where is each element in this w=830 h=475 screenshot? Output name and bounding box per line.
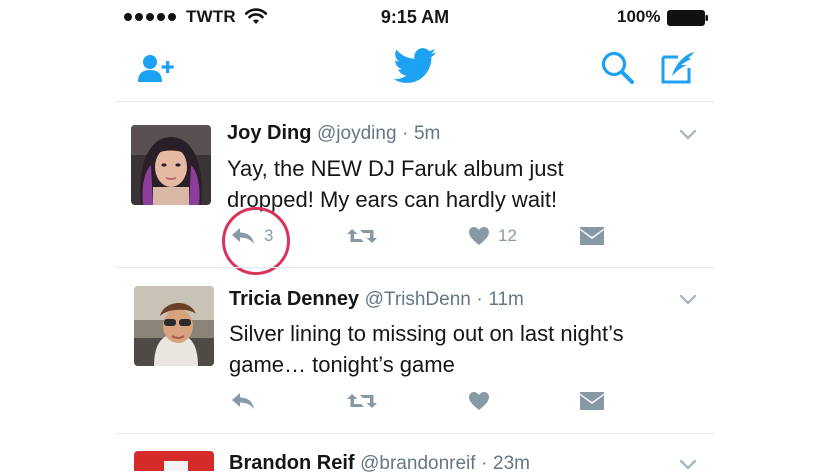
- reply-highlight-ring: [222, 207, 290, 275]
- tweet-divider: [116, 267, 714, 268]
- separator-dot: ·: [402, 123, 409, 144]
- like-count: 12: [498, 226, 517, 245]
- nav-divider: [116, 101, 714, 102]
- nav-bar: [0, 36, 830, 100]
- battery-percent: 100%: [617, 7, 661, 26]
- envelope-icon: [580, 227, 604, 245]
- compose-tweet-icon[interactable]: [660, 50, 698, 86]
- heart-icon: [469, 227, 489, 245]
- tweet-header: Brandon Reif @brandonreif · 23m: [229, 452, 530, 475]
- author-name[interactable]: Tricia Denney: [229, 288, 359, 310]
- retweet-icon: [347, 229, 377, 243]
- heart-icon: [469, 392, 489, 410]
- tweet-divider: [116, 433, 714, 434]
- retweet-button[interactable]: [346, 226, 386, 246]
- separator-dot: ·: [476, 289, 483, 310]
- tweet-time[interactable]: 11m: [488, 289, 524, 310]
- retweet-icon: [347, 394, 377, 408]
- search-icon[interactable]: [600, 50, 636, 86]
- twitter-bird-logo[interactable]: [393, 48, 437, 84]
- battery-icon: [667, 10, 708, 26]
- avatar[interactable]: [134, 451, 214, 471]
- tweet-text: Silver lining to missing out on last nig…: [229, 321, 624, 377]
- tweet-time[interactable]: 5m: [414, 123, 440, 144]
- tweet-header: Tricia Denney @TrishDenn · 11m: [229, 288, 524, 311]
- author-handle[interactable]: @TrishDenn: [365, 289, 471, 310]
- like-button[interactable]: 12: [468, 226, 517, 246]
- chevron-down-icon[interactable]: [679, 459, 697, 471]
- envelope-icon: [580, 392, 604, 410]
- chevron-down-icon[interactable]: [679, 294, 697, 306]
- direct-message-button[interactable]: [579, 226, 605, 246]
- author-name[interactable]: Joy Ding: [227, 122, 311, 144]
- like-button[interactable]: [468, 391, 498, 411]
- avatar[interactable]: [134, 286, 214, 366]
- status-bar: TWTR 9:15 AM 100%: [0, 0, 830, 36]
- tweet-text: Yay, the NEW DJ Faruk album just dropped…: [227, 156, 564, 212]
- author-handle[interactable]: @joyding: [317, 123, 397, 144]
- retweet-button[interactable]: [346, 391, 386, 411]
- tweet-header: Joy Ding @joyding · 5m: [227, 122, 440, 145]
- tweet-actions: [229, 391, 609, 417]
- reply-icon: [232, 393, 254, 409]
- direct-message-button[interactable]: [579, 391, 605, 411]
- avatar[interactable]: [131, 125, 211, 205]
- add-user-icon[interactable]: [136, 52, 176, 84]
- chevron-down-icon[interactable]: [679, 129, 697, 141]
- reply-button[interactable]: [230, 391, 264, 411]
